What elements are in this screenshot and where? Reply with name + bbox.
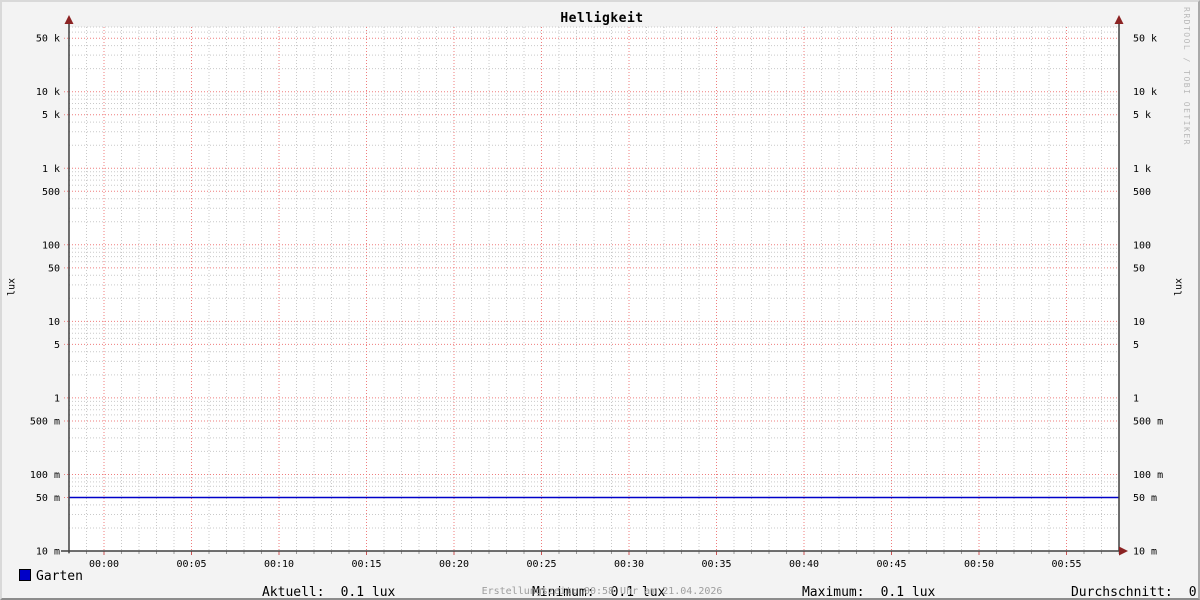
y-tick-label-right: 100 xyxy=(1133,240,1151,251)
y-tick-label-left: 10 xyxy=(48,317,60,328)
creation-timestamp: Erstellungszeit: 00:58 Uhr am 21.04.2026 xyxy=(481,586,723,597)
y-tick-label-left: 500 m xyxy=(30,416,60,427)
chart-plot: 10 m 10 m 50 m 50 m 100 m 100 m 500 m 500 m 1 1 5 5… xyxy=(30,15,1163,570)
y-tick-label-left: 50 xyxy=(48,263,60,274)
y-tick-label-right: 10 xyxy=(1133,317,1145,328)
y-axis-unit-left: lux xyxy=(6,277,18,297)
y-tick-label-left: 50 m xyxy=(36,493,60,504)
chart-title: Helligkeit xyxy=(560,11,644,26)
y-tick-label-left: 10 m xyxy=(36,547,60,558)
arrow-right-x xyxy=(1119,546,1128,556)
y-tick-label-right: 10 m xyxy=(1133,547,1157,558)
y-tick-label-left: 50 k xyxy=(36,34,60,45)
y-tick-label-left: 5 xyxy=(54,340,60,351)
y-tick-label-left: 100 m xyxy=(30,470,60,481)
rrd-graph: 10 m 10 m 50 m 50 m 100 m 100 m 500 m 500 m 1 1 5 5… xyxy=(0,0,1200,600)
y-tick-label-right: 1 k xyxy=(1133,164,1151,175)
y-tick-label-right: 50 k xyxy=(1133,34,1157,45)
y-tick-label-right: 500 m xyxy=(1133,416,1163,427)
y-tick-label-right: 500 xyxy=(1133,187,1151,198)
legend-row: Garten Aktuell: 0.1 lux Minimum: 0.1 lux M… xyxy=(2,569,1198,598)
y-tick-label-left: 1 k xyxy=(42,164,60,175)
y-tick-label-left: 5 k xyxy=(42,110,60,121)
y-tick-label-right: 1 xyxy=(1133,393,1139,404)
rrdtool-watermark: RRDTOOL / TOBI OETIKER xyxy=(1182,7,1191,146)
y-tick-label-left: 10 k xyxy=(36,87,60,98)
y-tick-label-right: 5 k xyxy=(1133,110,1151,121)
y-tick-label-left: 1 xyxy=(54,393,60,404)
y-tick-label-left: 500 xyxy=(42,187,60,198)
legend-series: Garten xyxy=(19,569,83,585)
y-axis-unit-right: lux xyxy=(1173,277,1185,297)
y-tick-label-right: 5 xyxy=(1133,340,1139,351)
y-tick-label-right: 10 k xyxy=(1133,87,1157,98)
series-label: Garten xyxy=(36,569,83,584)
series-color-swatch xyxy=(19,569,31,581)
y-tick-label-right: 100 m xyxy=(1133,470,1163,481)
y-tick-label-left: 100 xyxy=(42,240,60,251)
y-tick-label-right: 50 m xyxy=(1133,493,1157,504)
y-tick-label-right: 50 xyxy=(1133,263,1145,274)
